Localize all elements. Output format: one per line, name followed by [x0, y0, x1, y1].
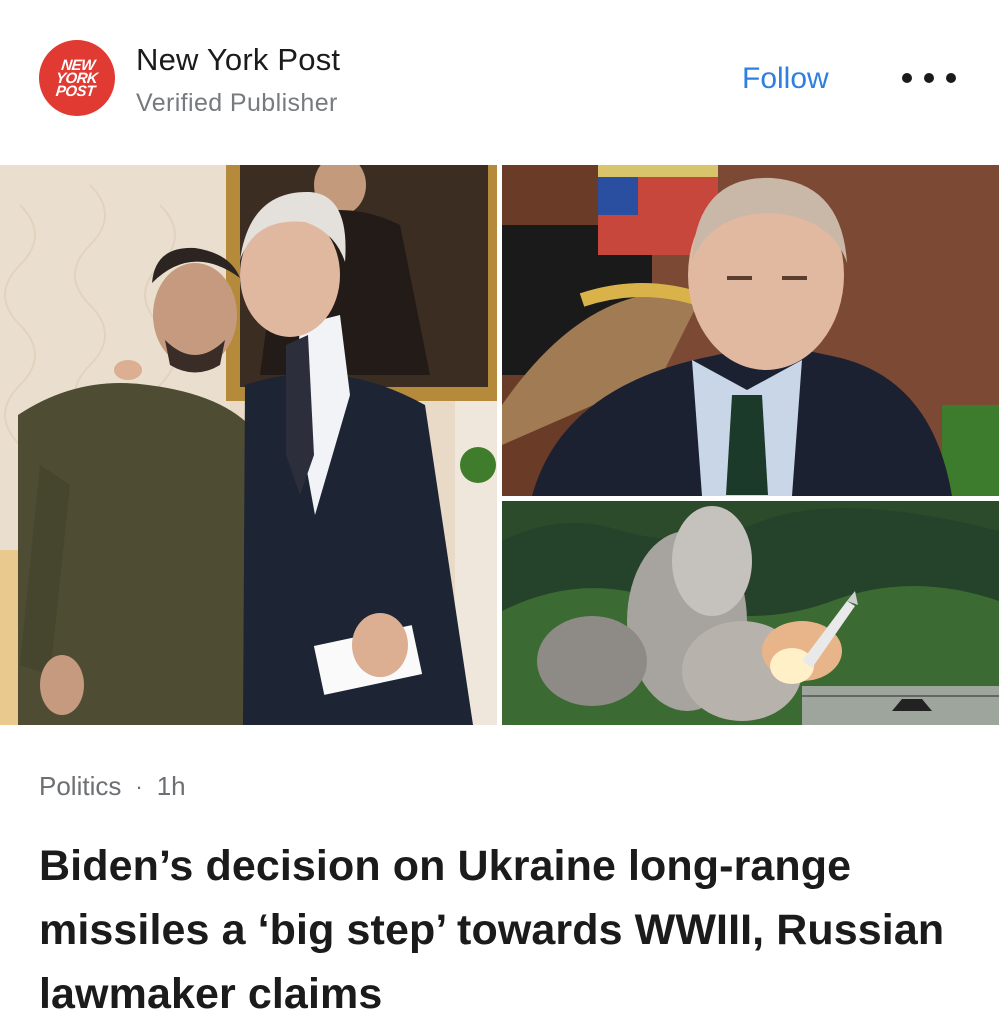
putin-photo[interactable] [502, 165, 999, 496]
article-image-collage[interactable] [0, 165, 999, 725]
article-time: 1h [156, 771, 186, 801]
logo-line-3: POST [55, 82, 96, 100]
article-category[interactable]: Politics [39, 771, 121, 802]
publisher-name[interactable]: New York Post [136, 42, 340, 78]
more-horizontal-icon[interactable] [902, 64, 956, 92]
meta-separator: · [135, 773, 143, 799]
publisher-logo[interactable]: NEW YORK POST [39, 40, 115, 116]
logo-wordmark: NEW YORK POST [54, 57, 99, 100]
missile-launch-photo[interactable] [502, 501, 999, 725]
follow-button[interactable]: Follow [742, 62, 829, 96]
article-headline[interactable]: Biden’s decision on Ukraine long-range m… [39, 834, 969, 1026]
publisher-subtitle: Verified Publisher [136, 89, 338, 117]
publisher-header: NEW YORK POST New York Post Verified Pub… [0, 0, 999, 165]
article-meta: Politics · 1h [39, 771, 186, 802]
zelensky-biden-photo[interactable] [0, 165, 497, 725]
